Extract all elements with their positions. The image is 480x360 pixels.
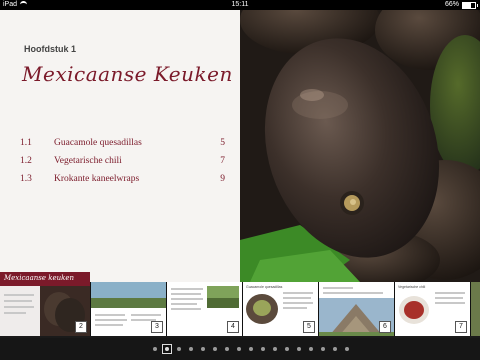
toc-number: 1.3: [20, 174, 32, 184]
toc-number: 1.1: [20, 138, 32, 148]
toc-page: 9: [220, 174, 225, 184]
page-dot[interactable]: [333, 347, 337, 351]
page-dot[interactable]: [297, 347, 301, 351]
page-thumbnail[interactable]: Vegetarische chili 7: [395, 282, 470, 336]
page-dot[interactable]: [201, 347, 205, 351]
thumbnail-page-number: 4: [227, 321, 239, 333]
toc-number: 1.2: [20, 156, 32, 166]
page-thumbnail[interactable]: 6: [319, 282, 394, 336]
page-dot[interactable]: [189, 347, 193, 351]
thumbnail-title: Guacamole quesadillas: [246, 285, 283, 289]
thumbnail-strip: Mexicaanse keuken 2 3 4 Guacamole quesad…: [0, 272, 480, 336]
toc-title: Krokante kaneelwraps: [54, 174, 140, 184]
thumbnail-page-number: 6: [379, 321, 391, 333]
toc-title: Guacamole quesadillas: [54, 138, 142, 148]
page-dot-active[interactable]: [162, 344, 172, 354]
page-dot[interactable]: [177, 347, 181, 351]
table-of-contents: 1.1 Guacamole quesadillas 5 1.2 Vegetari…: [20, 138, 225, 192]
thumbnail-page-number: 7: [455, 321, 467, 333]
toc-page: 7: [220, 156, 225, 166]
page-dot[interactable]: [285, 347, 289, 351]
status-bar: iPad 15:11 66%: [0, 0, 480, 10]
battery-percent: 66%: [444, 1, 459, 8]
page-thumbnail[interactable]: 3: [91, 282, 166, 336]
page-dot[interactable]: [273, 347, 277, 351]
toc-item[interactable]: 1.2 Vegetarische chili 7: [20, 156, 225, 174]
page-dot[interactable]: [345, 347, 349, 351]
page-dot[interactable]: [213, 347, 217, 351]
toc-page: 5: [220, 138, 225, 148]
page-dot[interactable]: [321, 347, 325, 351]
page-dot[interactable]: [249, 347, 253, 351]
battery-icon: [462, 1, 478, 9]
page-thumbnail[interactable]: Guacamole quesadillas 5: [243, 282, 318, 336]
avocado-illustration: [240, 10, 480, 282]
page-dot[interactable]: [237, 347, 241, 351]
page-dot[interactable]: [309, 347, 313, 351]
toc-item[interactable]: 1.3 Krokante kaneelwraps 9: [20, 174, 225, 192]
avocado-photo: [240, 10, 480, 282]
page-thumbnail[interactable]: 4: [167, 282, 242, 336]
chapter-page[interactable]: Hoofdstuk 1 Mexicaanse Keuken 1.1 Guacam…: [0, 10, 240, 282]
thumbnail-title: Mexicaanse keuken: [4, 274, 75, 282]
clock: 15:11: [231, 1, 249, 8]
page-dot[interactable]: [261, 347, 265, 351]
page-indicator[interactable]: [0, 338, 480, 360]
page-dot[interactable]: [225, 347, 229, 351]
thumbnail-page-number: 3: [151, 321, 163, 333]
toc-item[interactable]: 1.1 Guacamole quesadillas 5: [20, 138, 225, 156]
thumbnail-title: Vegetarische chili: [398, 285, 426, 289]
page-dot[interactable]: [153, 347, 157, 351]
thumbnail-page-number: 2: [75, 321, 87, 333]
chapter-title: Mexicaanse Keuken: [22, 62, 233, 86]
page-thumbnail[interactable]: [471, 282, 480, 336]
toc-title: Vegetarische chili: [54, 156, 122, 166]
chapter-kicker: Hoofdstuk 1: [24, 44, 77, 54]
page-thumbnail[interactable]: Mexicaanse keuken 2: [0, 272, 90, 336]
thumbnail-page-number: 5: [303, 321, 315, 333]
